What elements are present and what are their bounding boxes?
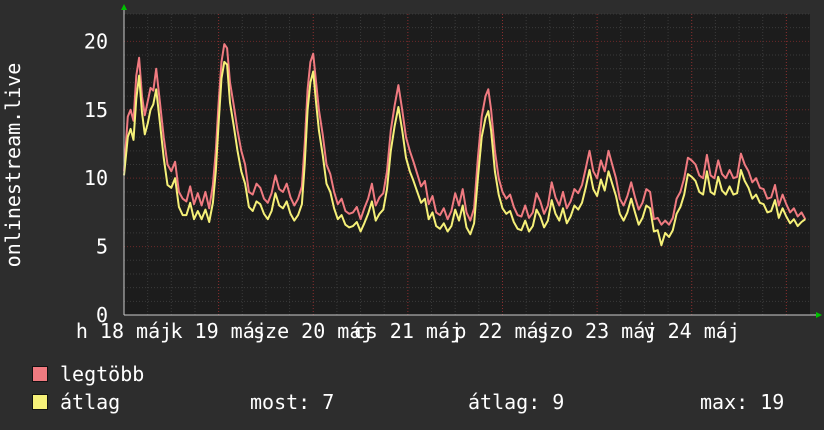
x-tick-label: h 18 máj <box>76 319 172 343</box>
legend-item-avg: átlag <box>32 390 120 414</box>
y-axis-arrow-icon <box>121 4 127 10</box>
y-tick-label: 20 <box>84 29 108 53</box>
y-tick-label: 15 <box>84 98 108 122</box>
y-tick-label: 5 <box>96 235 108 259</box>
y-axis-label: onlinestream.live <box>1 63 25 268</box>
x-tick-label: v 24 máj <box>644 319 740 343</box>
x-tick-label: cs 21 máj <box>354 319 462 343</box>
legend-label-max: legtöbb <box>60 362 145 386</box>
legend-swatch-max <box>32 365 48 382</box>
legend-item-max: legtöbb <box>32 362 144 386</box>
y-tick-label: 10 <box>84 166 108 190</box>
x-axis-arrow-icon <box>816 312 822 318</box>
legend-swatch-avg <box>32 393 48 410</box>
stat-now: most: 7 <box>250 390 335 414</box>
stat-average: átlag: 9 <box>468 390 565 414</box>
x-tick-label: szo 23 máj <box>537 319 657 343</box>
graph-panel: 0 5 10 15 20 h 18 máj k 19 máj sze 20 máj cs 21 … <box>0 0 824 430</box>
stat-max: max: 19 <box>700 390 785 414</box>
legend-label-avg: átlag <box>60 390 121 414</box>
